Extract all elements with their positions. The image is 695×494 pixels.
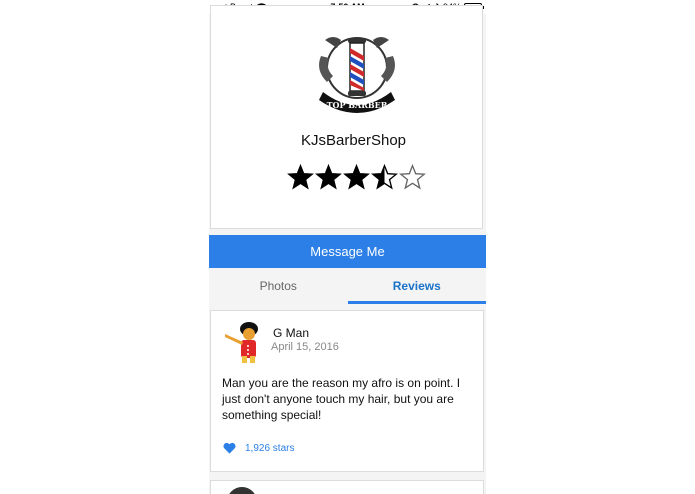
barber-logo: TOP BARBER (319, 37, 395, 113)
next-review-card (210, 480, 484, 494)
tab-reviews[interactable]: Reviews (347, 268, 487, 304)
review-text: Man you are the reason my afro is on poi… (222, 376, 461, 422)
star-icon (343, 164, 370, 190)
message-me-button[interactable]: Message Me (209, 235, 486, 268)
star-icon (399, 164, 426, 190)
tab-bar: Photos Reviews (209, 268, 486, 304)
phone-screen: Boost 7:50 AM 94% (209, 0, 486, 494)
shop-name: KJsBarberShop (300, 132, 407, 149)
review-date: April 15, 2016 (271, 341, 339, 353)
star-icon (287, 164, 314, 190)
heart-icon (223, 442, 236, 454)
reviewer-name: G Man (273, 326, 310, 340)
star-icon (315, 164, 342, 190)
logo-text: TOP BARBER (327, 100, 388, 110)
like-button[interactable]: 1,926 stars (223, 442, 294, 454)
reviewer-avatar (225, 322, 258, 363)
tab-photos[interactable]: Photos (209, 268, 348, 304)
rating-stars (287, 164, 426, 191)
likes-count: 1,926 stars (245, 442, 295, 454)
next-reviewer-avatar (227, 487, 257, 494)
review-card: G Man April 15, 2016 Man you are the rea… (210, 310, 484, 472)
profile-card: TOP BARBER KJsBarberShop (210, 5, 483, 229)
star-icon (371, 164, 398, 190)
